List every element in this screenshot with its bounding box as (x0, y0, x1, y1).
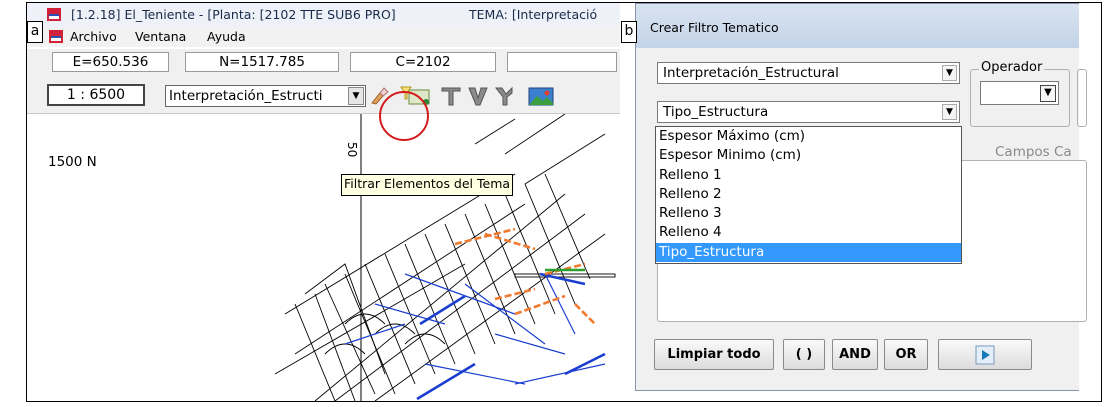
campos-label: Campos Ca (995, 144, 1072, 160)
filter-v-icon[interactable] (466, 85, 490, 107)
tooltip: Filtrar Elementos del Tema (341, 174, 514, 196)
mine-map-canvas[interactable] (45, 114, 620, 401)
list-item[interactable]: Relleno 4 (656, 223, 961, 242)
list-item[interactable]: Relleno 1 (656, 166, 961, 185)
layer-combo[interactable]: Interpretación_Estructi ▼ (165, 85, 366, 107)
elevation-readout: C=2102 (350, 52, 496, 72)
list-item[interactable]: Relleno 2 (656, 185, 961, 204)
chevron-down-icon[interactable]: ▼ (1040, 85, 1056, 102)
dialog-titlebar: Crear Filtro Tematico (636, 4, 1079, 48)
scale-input[interactable]: 1 : 6500 (47, 84, 145, 106)
and-button[interactable]: AND (832, 339, 878, 370)
parentheses-button[interactable]: ( ) (783, 339, 825, 370)
or-button[interactable]: OR (884, 339, 928, 370)
easting-readout: E=650.536 (52, 52, 169, 72)
highlight-circle (379, 91, 429, 141)
chevron-down-icon[interactable]: ▼ (942, 104, 957, 120)
layer-combo-value: Interpretación_Estructi (169, 88, 323, 104)
coordinate-bar: E=650.536 N=1517.785 C=2102 (27, 49, 620, 75)
layer-select-value: Interpretación_Estructural (663, 65, 839, 81)
filter-t-icon[interactable] (439, 85, 463, 107)
menu-archivo[interactable]: Archivo (70, 29, 117, 44)
chevron-down-icon[interactable]: ▼ (348, 87, 364, 105)
window-title: [1.2.18] El_Teniente - [Planta: [2102 TT… (71, 7, 396, 22)
list-item[interactable]: Relleno 3 (656, 204, 961, 223)
list-item[interactable]: Espesor Minimo (cm) (656, 146, 961, 165)
field-select[interactable]: Tipo_Estructura ▼ (657, 101, 960, 123)
operator-label: Operador (979, 60, 1045, 75)
clear-all-button[interactable]: Limpiar todo (654, 339, 774, 370)
operator-select[interactable]: ▼ (980, 81, 1059, 105)
map-grid-number: 50 (345, 142, 359, 158)
document-icon[interactable] (49, 30, 63, 43)
play-icon (975, 345, 995, 365)
dialog-title: Crear Filtro Tematico (650, 20, 779, 35)
list-item[interactable]: Espesor Máximo (cm) (656, 127, 961, 146)
list-item-selected[interactable]: Tipo_Estructura (656, 242, 961, 263)
menu-ayuda[interactable]: Ayuda (207, 29, 246, 44)
run-button[interactable] (938, 339, 1032, 370)
panel-label-a: a (27, 21, 43, 43)
filter-y-icon[interactable] (492, 85, 516, 107)
value-group (1077, 69, 1087, 127)
menu-bar: Archivo Ventana Ayuda (27, 27, 620, 47)
app-icon (47, 8, 61, 21)
window-title-tema: TEMA: [Interpretació (469, 7, 598, 22)
layer-select[interactable]: Interpretación_Estructural ▼ (657, 62, 960, 84)
chevron-down-icon[interactable]: ▼ (942, 65, 957, 81)
field-dropdown-list: Espesor Máximo (cm) Espesor Minimo (cm) … (655, 126, 962, 264)
map-grid-label: 1500 N (48, 154, 97, 170)
status-field-blank (507, 52, 617, 72)
window-titlebar: [1.2.18] El_Teniente - [Planta: [2102 TT… (27, 3, 620, 28)
field-select-value: Tipo_Estructura (663, 104, 769, 120)
panel-label-b: b (621, 21, 637, 43)
panel-a-window: [1.2.18] El_Teniente - [Planta: [2102 TT… (27, 3, 620, 401)
toolbar: 1 : 6500 Interpretación_Estructi ▼ (27, 75, 620, 114)
northing-readout: N=1517.785 (185, 52, 339, 72)
image-icon[interactable] (527, 85, 555, 107)
menu-ventana[interactable]: Ventana (135, 29, 186, 44)
